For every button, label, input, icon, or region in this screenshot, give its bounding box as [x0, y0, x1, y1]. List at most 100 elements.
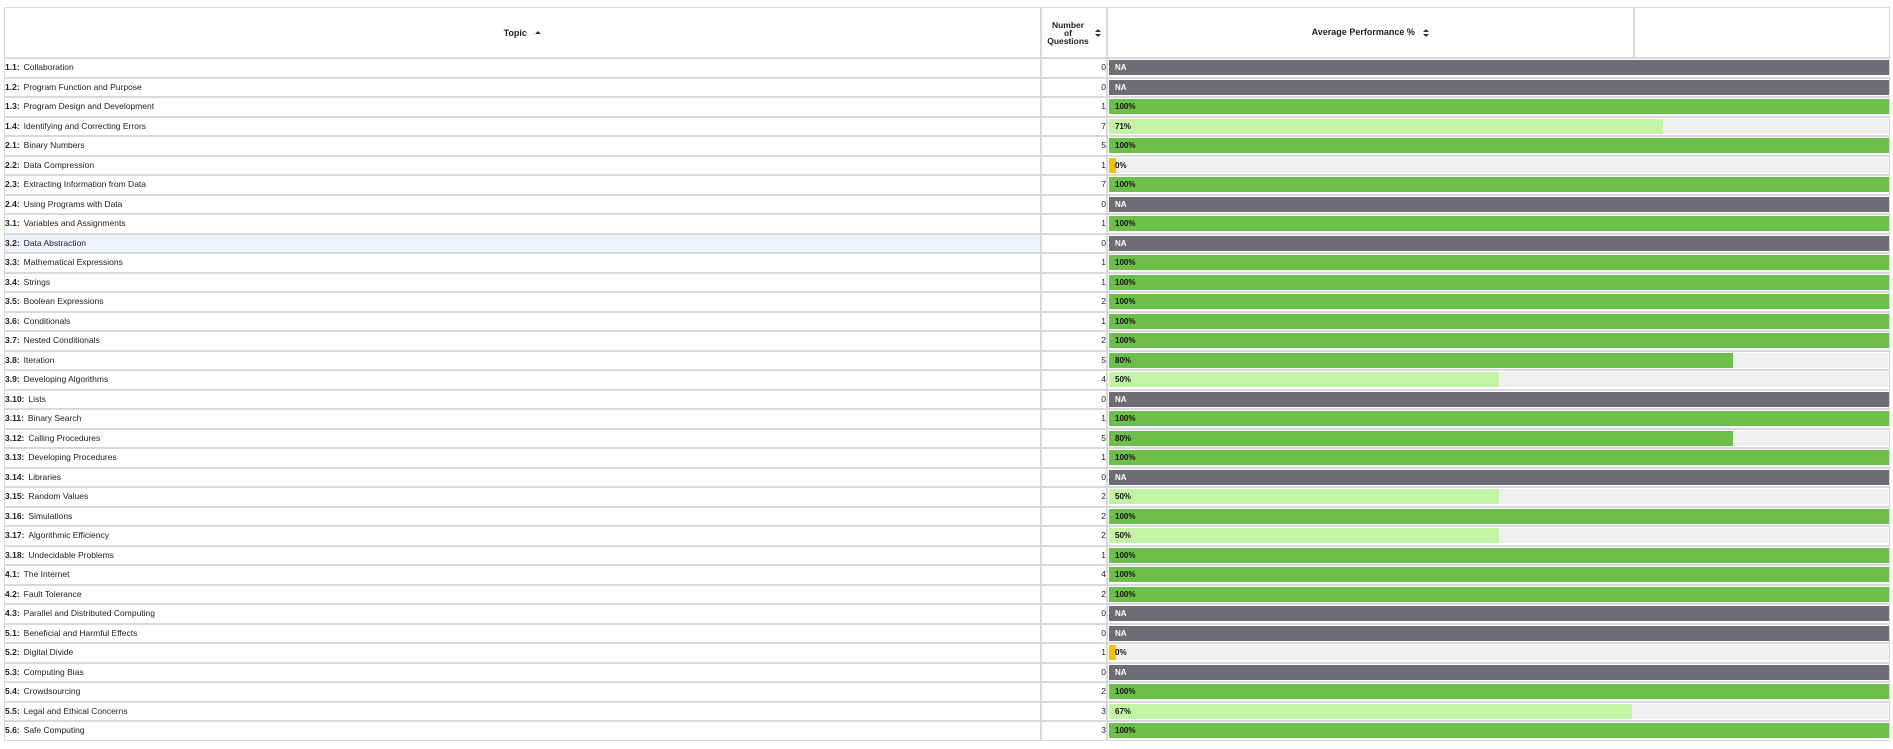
topic-cell[interactable]: 5.3: Computing Bias	[4, 662, 1041, 682]
performance-value-label: NA	[1115, 628, 1127, 638]
topic-cell[interactable]: 1.4: Identifying and Correcting Errors	[4, 116, 1041, 136]
sort-ascending-icon[interactable]	[535, 29, 542, 37]
topic-cell[interactable]: 5.2: Digital Divide	[4, 643, 1041, 663]
number-of-questions-column-header[interactable]: Number of Questions	[1041, 7, 1107, 58]
table-row[interactable]: 3.11: Binary Search 1 100%	[4, 409, 1890, 429]
table-row[interactable]: 1.3: Program Design and Development 1 100…	[4, 97, 1890, 117]
table-row[interactable]: 4.3: Parallel and Distributed Computing 0…	[4, 604, 1890, 624]
performance-value-label: 100%	[1115, 453, 1136, 463]
topic-cell[interactable]: 1.1: Collaboration	[4, 58, 1041, 78]
performance-bar-fill	[1109, 664, 1889, 680]
topic-name: Variables and Assignments	[23, 218, 126, 228]
topic-cell[interactable]: 3.7: Nested Conditionals	[4, 331, 1041, 351]
topic-cell[interactable]: 2.3: Extracting Information from Data	[4, 175, 1041, 195]
topic-name: Boolean Expressions	[23, 296, 104, 306]
table-row[interactable]: 3.5: Boolean Expressions 2 100%	[4, 292, 1890, 312]
performance-bar-track: 100%	[1109, 138, 1889, 154]
sort-toggle-icon[interactable]	[1423, 28, 1430, 38]
topic-cell[interactable]: 2.2: Data Compression	[4, 155, 1041, 175]
table-row[interactable]: 3.14: Libraries 0 NA	[4, 467, 1890, 487]
performance-bar-track: NA	[1109, 625, 1889, 641]
table-row[interactable]: 2.4: Using Programs with Data 0 NA	[4, 194, 1890, 214]
topic-cell[interactable]: 3.18: Undecidable Problems	[4, 545, 1041, 565]
topic-cell[interactable]: 2.4: Using Programs with Data	[4, 194, 1041, 214]
table-row[interactable]: 5.3: Computing Bias 0 NA	[4, 662, 1890, 682]
topic-cell[interactable]: 3.11: Binary Search	[4, 409, 1041, 429]
table-row[interactable]: 3.7: Nested Conditionals 2 100%	[4, 331, 1890, 351]
topic-code: 3.4:	[5, 276, 20, 287]
topic-cell[interactable]: 3.13: Developing Procedures	[4, 448, 1041, 468]
table-row[interactable]: 5.1: Beneficial and Harmful Effects 0 NA	[4, 623, 1890, 643]
topic-cell[interactable]: 5.1: Beneficial and Harmful Effects	[4, 623, 1041, 643]
table-row[interactable]: 3.2: Data Abstraction 0 NA	[4, 233, 1890, 253]
topic-cell[interactable]: 3.14: Libraries	[4, 467, 1041, 487]
sort-toggle-icon[interactable]	[1094, 28, 1101, 38]
table-row[interactable]: 5.6: Safe Computing 3 100%	[4, 721, 1890, 741]
table-row[interactable]: 3.17: Algorithmic Efficiency 2 50%	[4, 526, 1890, 546]
topic-cell[interactable]: 1.3: Program Design and Development	[4, 97, 1041, 117]
topic-cell[interactable]: 5.6: Safe Computing	[4, 721, 1041, 741]
topic-cell[interactable]: 3.12: Calling Procedures	[4, 428, 1041, 448]
question-count-cell: 0	[1041, 233, 1107, 253]
topic-name: Developing Procedures	[28, 452, 117, 462]
topic-cell[interactable]: 5.5: Legal and Ethical Concerns	[4, 701, 1041, 721]
performance-bar-track: 100%	[1109, 547, 1889, 563]
performance-value-label: 100%	[1115, 141, 1136, 151]
table-row[interactable]: 3.4: Strings 1 100%	[4, 272, 1890, 292]
table-row[interactable]: 3.15: Random Values 2 50%	[4, 487, 1890, 507]
table-row[interactable]: 3.8: Iteration 5 80%	[4, 350, 1890, 370]
topic-cell[interactable]: 2.1: Binary Numbers	[4, 136, 1041, 156]
topic-cell[interactable]: 3.4: Strings	[4, 272, 1041, 292]
topic-cell[interactable]: 1.2: Program Function and Purpose	[4, 77, 1041, 97]
topic-cell[interactable]: 3.8: Iteration	[4, 350, 1041, 370]
topic-cell[interactable]: 4.3: Parallel and Distributed Computing	[4, 604, 1041, 624]
performance-bar-track: 71%	[1109, 118, 1889, 134]
table-row[interactable]: 3.10: Lists 0 NA	[4, 389, 1890, 409]
table-row[interactable]: 2.2: Data Compression 1 0%	[4, 155, 1890, 175]
topic-cell[interactable]: 5.4: Crowdsourcing	[4, 682, 1041, 702]
table-row[interactable]: 3.18: Undecidable Problems 1 100%	[4, 545, 1890, 565]
topic-cell[interactable]: 4.1: The Internet	[4, 565, 1041, 585]
topic-cell[interactable]: 3.9: Developing Algorithms	[4, 370, 1041, 390]
topic-cell[interactable]: 4.2: Fault Tolerance	[4, 584, 1041, 604]
performance-cell: 0%	[1107, 643, 1890, 663]
table-row[interactable]: 4.2: Fault Tolerance 2 100%	[4, 584, 1890, 604]
topic-cell[interactable]: 3.10: Lists	[4, 389, 1041, 409]
topic-cell[interactable]: 3.1: Variables and Assignments	[4, 214, 1041, 234]
question-count-cell: 7	[1041, 116, 1107, 136]
topic-cell[interactable]: 3.6: Conditionals	[4, 311, 1041, 331]
topic-cell[interactable]: 3.5: Boolean Expressions	[4, 292, 1041, 312]
average-performance-column-header[interactable]: Average Performance %	[1107, 7, 1634, 58]
table-row[interactable]: 2.1: Binary Numbers 5 100%	[4, 136, 1890, 156]
topic-column-header[interactable]: Topic	[4, 7, 1041, 58]
table-row[interactable]: 5.4: Crowdsourcing 2 100%	[4, 682, 1890, 702]
table-row[interactable]: 4.1: The Internet 4 100%	[4, 565, 1890, 585]
topic-cell[interactable]: 3.2: Data Abstraction	[4, 233, 1041, 253]
table-row[interactable]: 1.4: Identifying and Correcting Errors 7 …	[4, 116, 1890, 136]
table-row[interactable]: 3.16: Simulations 2 100%	[4, 506, 1890, 526]
table-row[interactable]: 1.1: Collaboration 0 NA	[4, 58, 1890, 78]
table-row[interactable]: 3.3: Mathematical Expressions 1 100%	[4, 253, 1890, 273]
table-row[interactable]: 3.1: Variables and Assignments 1 100%	[4, 214, 1890, 234]
topic-cell[interactable]: 3.3: Mathematical Expressions	[4, 253, 1041, 273]
topic-name: Program Function and Purpose	[23, 81, 142, 92]
table-row[interactable]: 5.2: Digital Divide 1 0%	[4, 643, 1890, 663]
table-row[interactable]: 3.12: Calling Procedures 5 80%	[4, 428, 1890, 448]
performance-bar-fill	[1109, 567, 1889, 583]
table-row[interactable]: 3.13: Developing Procedures 1 100%	[4, 448, 1890, 468]
question-count-cell: 4	[1041, 370, 1107, 390]
table-row[interactable]: 2.3: Extracting Information from Data 7 1…	[4, 175, 1890, 195]
topic-cell[interactable]: 3.17: Algorithmic Efficiency	[4, 526, 1041, 546]
topic-cell[interactable]: 3.16: Simulations	[4, 506, 1041, 526]
performance-bar-track: 100%	[1109, 567, 1889, 583]
performance-bar-fill	[1109, 508, 1889, 524]
table-row[interactable]: 3.6: Conditionals 1 100%	[4, 311, 1890, 331]
table-row[interactable]: 3.9: Developing Algorithms 4 50%	[4, 370, 1890, 390]
performance-bar-track: 100%	[1109, 313, 1889, 329]
table-row[interactable]: 5.5: Legal and Ethical Concerns 3 67%	[4, 701, 1890, 721]
performance-cell: 100%	[1107, 136, 1890, 156]
question-count-cell: 2	[1041, 506, 1107, 526]
performance-bar-track: 100%	[1109, 450, 1889, 466]
topic-cell[interactable]: 3.15: Random Values	[4, 487, 1041, 507]
table-row[interactable]: 1.2: Program Function and Purpose 0 NA	[4, 77, 1890, 97]
